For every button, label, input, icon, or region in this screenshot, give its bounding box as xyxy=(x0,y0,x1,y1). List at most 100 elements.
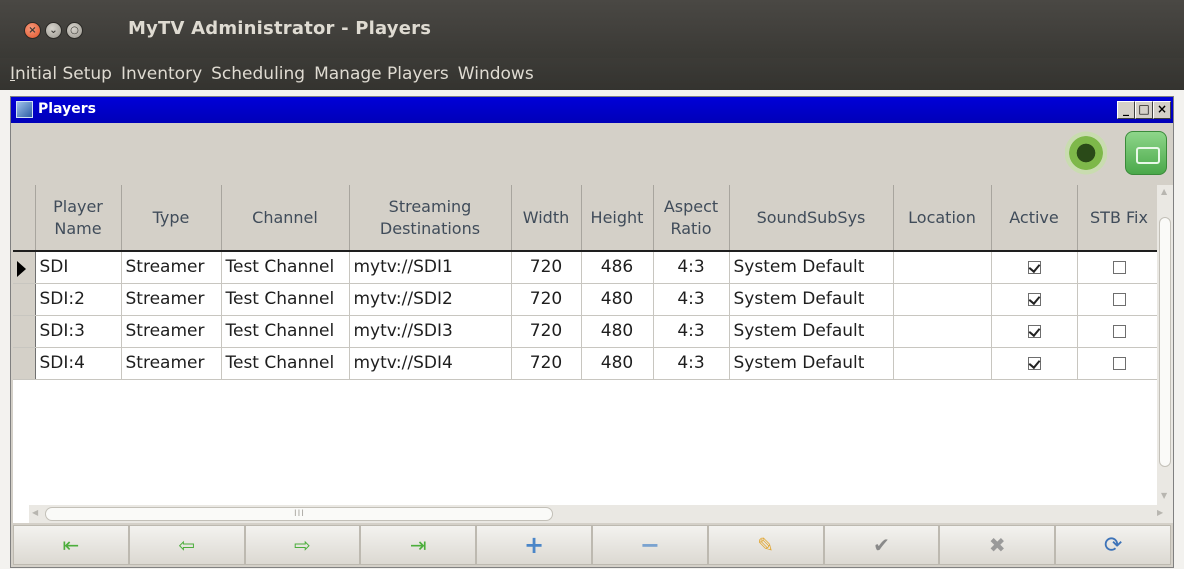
menu-scheduling[interactable]: Scheduling xyxy=(211,64,305,84)
active-checkbox[interactable] xyxy=(1027,260,1041,274)
cancel-edit-button[interactable]: ✖ xyxy=(939,525,1056,565)
prior-record-button[interactable]: ⇦ xyxy=(128,525,245,565)
col-stb-fix[interactable]: STB Fix xyxy=(1077,185,1162,252)
cell-streaming[interactable]: mytv://SDI3 xyxy=(349,315,512,348)
cell-type[interactable]: Streamer xyxy=(121,315,222,348)
delete-record-button[interactable]: − xyxy=(591,525,708,565)
cell-sound[interactable]: System Default xyxy=(729,251,894,284)
cell-channel[interactable]: Test Channel xyxy=(221,283,350,316)
cell-height[interactable]: 480 xyxy=(581,283,654,316)
cell-streaming[interactable]: mytv://SDI1 xyxy=(349,251,512,284)
menu-windows[interactable]: Windows xyxy=(458,64,534,84)
cell-name[interactable]: SDI:3 xyxy=(35,315,122,348)
col-location[interactable]: Location xyxy=(893,185,992,252)
col-width[interactable]: Width xyxy=(511,185,582,252)
cell-aspect[interactable]: 4:3 xyxy=(653,315,730,348)
active-checkbox[interactable] xyxy=(1027,292,1041,306)
row-indicator[interactable] xyxy=(13,283,36,316)
active-checkbox[interactable] xyxy=(1027,324,1041,338)
stbfix-checkbox[interactable] xyxy=(1112,324,1126,338)
current-row-pointer-icon xyxy=(17,261,26,277)
horizontal-scroll-thumb[interactable]: III xyxy=(45,507,553,521)
row-indicator[interactable] xyxy=(13,315,36,348)
swirl-icon[interactable] xyxy=(1065,131,1107,175)
insert-record-button[interactable]: + xyxy=(476,525,592,565)
cell-width[interactable]: 720 xyxy=(511,251,582,284)
scroll-down-icon[interactable]: ▼ xyxy=(1161,491,1167,500)
cell-sound[interactable]: System Default xyxy=(729,315,894,348)
players-grid[interactable]: Player Name Type Channel Streaming Destina… xyxy=(13,185,1171,523)
first-record-button[interactable]: ⇤ xyxy=(13,525,129,565)
cell-aspect[interactable]: 4:3 xyxy=(653,251,730,284)
cell-name[interactable]: SDI xyxy=(35,251,122,284)
stbfix-checkbox[interactable] xyxy=(1112,356,1126,370)
cell-active xyxy=(991,347,1078,380)
scroll-up-icon[interactable]: ▲ xyxy=(1161,187,1167,196)
stbfix-checkbox[interactable] xyxy=(1112,292,1126,306)
col-active[interactable]: Active xyxy=(991,185,1078,252)
table-row[interactable]: SDI Streamer Test Channel mytv://SDI1 720 486… xyxy=(13,251,1162,284)
close-window-icon[interactable]: × xyxy=(24,22,41,39)
cell-location[interactable] xyxy=(893,347,992,380)
next-record-button[interactable]: ⇨ xyxy=(244,525,361,565)
active-checkbox[interactable] xyxy=(1027,356,1041,370)
cell-width[interactable]: 720 xyxy=(511,347,582,380)
cell-height[interactable]: 480 xyxy=(581,347,654,380)
edit-record-button[interactable]: ✎ xyxy=(707,525,824,565)
vertical-scroll-thumb[interactable] xyxy=(1159,217,1171,467)
menu-inventory[interactable]: Inventory xyxy=(121,64,202,84)
table-row[interactable]: SDI:3 Streamer Test Channel mytv://SDI3 720 4… xyxy=(13,315,1162,348)
scroll-right-icon[interactable]: ▶ xyxy=(1157,508,1163,517)
col-player-name[interactable]: Player Name xyxy=(35,185,122,252)
post-record-button[interactable]: ✔ xyxy=(823,525,940,565)
cell-sound[interactable]: System Default xyxy=(729,283,894,316)
cell-streaming[interactable]: mytv://SDI2 xyxy=(349,283,512,316)
cell-channel[interactable]: Test Channel xyxy=(221,251,350,284)
col-type[interactable]: Type xyxy=(121,185,222,252)
col-channel[interactable]: Channel xyxy=(221,185,350,252)
cell-aspect[interactable]: 4:3 xyxy=(653,283,730,316)
video-camera-icon[interactable] xyxy=(1125,131,1167,175)
cell-channel[interactable]: Test Channel xyxy=(221,315,350,348)
scroll-left-icon[interactable]: ◀ xyxy=(32,508,38,517)
cell-streaming[interactable]: mytv://SDI4 xyxy=(349,347,512,380)
cell-type[interactable]: Streamer xyxy=(121,347,222,380)
maximize-window-icon[interactable]: ○ xyxy=(66,22,83,39)
cell-width[interactable]: 720 xyxy=(511,315,582,348)
cell-width[interactable]: 720 xyxy=(511,283,582,316)
cell-height[interactable]: 480 xyxy=(581,315,654,348)
stbfix-checkbox[interactable] xyxy=(1112,260,1126,274)
cell-location[interactable] xyxy=(893,315,992,348)
minimize-window-icon[interactable]: ⌄ xyxy=(45,22,62,39)
cell-height[interactable]: 486 xyxy=(581,251,654,284)
cell-channel[interactable]: Test Channel xyxy=(221,347,350,380)
refresh-button[interactable]: ⟳ xyxy=(1055,525,1171,565)
cell-location[interactable] xyxy=(893,251,992,284)
cell-sound[interactable]: System Default xyxy=(729,347,894,380)
menu-manage-players[interactable]: Manage Players xyxy=(314,64,449,84)
horizontal-scrollbar[interactable]: ◀ III ▶ xyxy=(29,505,1173,523)
table-row[interactable]: SDI:2 Streamer Test Channel mytv://SDI2 720 4… xyxy=(13,283,1162,316)
col-soundsubsys[interactable]: SoundSubSys xyxy=(729,185,894,252)
vertical-scrollbar[interactable]: ▲ ▼ xyxy=(1157,185,1173,505)
last-record-button[interactable]: ⇥ xyxy=(360,525,477,565)
mdi-minimize-button[interactable]: _ xyxy=(1117,101,1135,119)
mdi-restore-button[interactable]: □ xyxy=(1135,101,1153,119)
header-line: Aspect xyxy=(663,196,719,216)
table-row[interactable]: SDI:4 Streamer Test Channel mytv://SDI4 720 4… xyxy=(13,347,1162,380)
menu-initial-setup[interactable]: Initial Setup xyxy=(10,64,112,84)
row-indicator[interactable] xyxy=(13,347,36,380)
next-icon: ⇨ xyxy=(294,533,311,557)
col-height[interactable]: Height xyxy=(581,185,654,252)
cell-type[interactable]: Streamer xyxy=(121,283,222,316)
col-aspect-ratio[interactable]: Aspect Ratio xyxy=(653,185,730,252)
cell-name[interactable]: SDI:2 xyxy=(35,283,122,316)
cell-location[interactable] xyxy=(893,283,992,316)
cell-aspect[interactable]: 4:3 xyxy=(653,347,730,380)
cell-name[interactable]: SDI:4 xyxy=(35,347,122,380)
mdi-close-button[interactable]: × xyxy=(1153,101,1171,119)
prior-icon: ⇦ xyxy=(178,533,196,557)
cell-type[interactable]: Streamer xyxy=(121,251,222,284)
row-indicator[interactable] xyxy=(13,251,36,284)
col-streaming-destinations[interactable]: Streaming Destinations xyxy=(349,185,512,252)
